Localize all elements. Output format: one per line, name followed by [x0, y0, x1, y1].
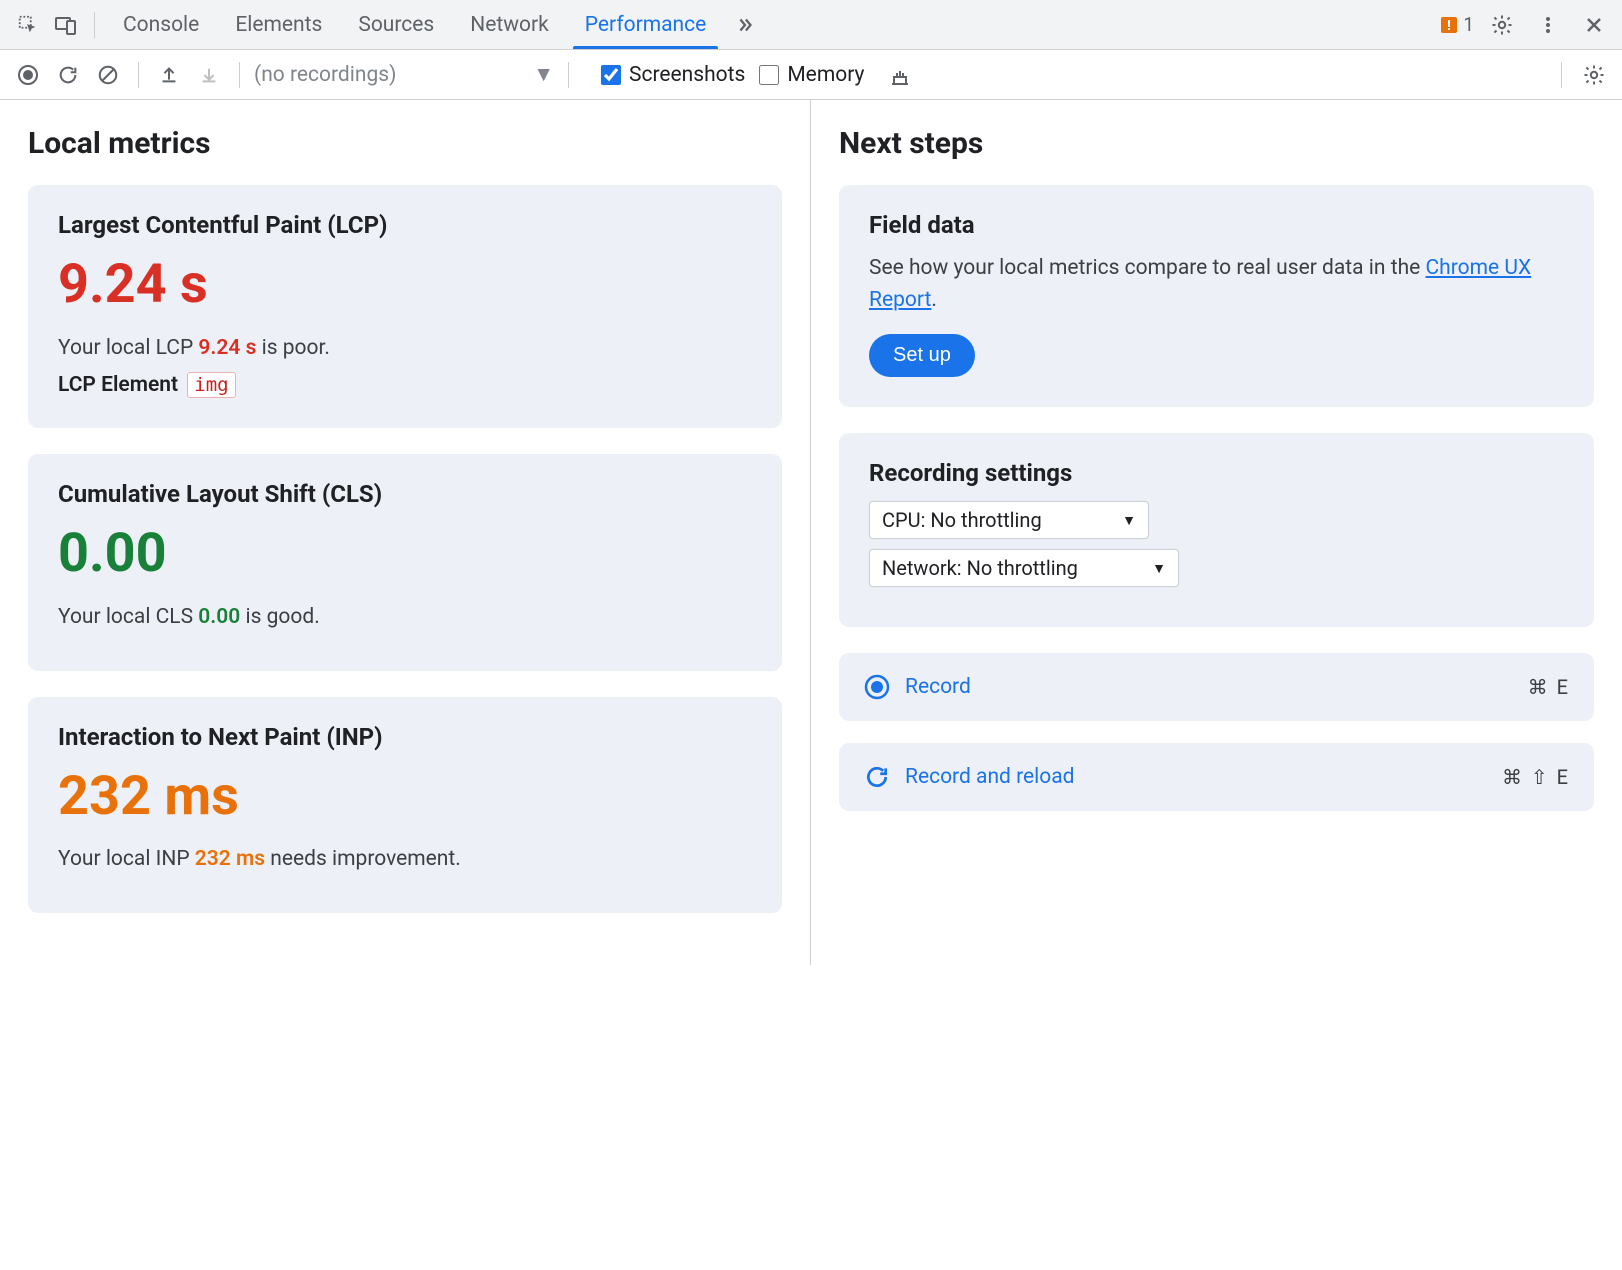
panel-tabs: Console Elements Sources Network Perform…: [105, 0, 766, 49]
lcp-title: Largest Contentful Paint (LCP): [58, 211, 752, 239]
divider: [568, 62, 569, 88]
next-steps-column: Next steps Field data See how your local…: [811, 100, 1622, 965]
record-action[interactable]: Record ⌘ E: [839, 653, 1594, 721]
lcp-element-tag[interactable]: img: [187, 372, 235, 398]
record-label: Record: [905, 675, 971, 699]
lcp-card: Largest Contentful Paint (LCP) 9.24 s Yo…: [28, 185, 782, 428]
inp-card: Interaction to Next Paint (INP) 232 ms Y…: [28, 697, 782, 914]
tab-network[interactable]: Network: [452, 0, 567, 49]
lcp-element-label: LCP Element: [58, 373, 178, 397]
screenshots-label: Screenshots: [629, 63, 745, 87]
settings-gear-icon[interactable]: [1484, 7, 1520, 43]
recording-settings-card: Recording settings CPU: No throttling ▼ …: [839, 433, 1594, 627]
cls-title: Cumulative Layout Shift (CLS): [58, 480, 752, 508]
divider: [1561, 62, 1562, 88]
recordings-label: (no recordings): [254, 63, 396, 87]
reload-icon[interactable]: [52, 59, 84, 91]
clear-icon[interactable]: [92, 59, 124, 91]
next-steps-heading: Next steps: [839, 126, 1594, 161]
lcp-value: 9.24 s: [58, 253, 752, 318]
screenshots-checkbox[interactable]: Screenshots: [601, 63, 745, 87]
memory-label: Memory: [787, 63, 864, 87]
local-metrics-column: Local metrics Largest Contentful Paint (…: [0, 100, 811, 965]
field-data-card: Field data See how your local metrics co…: [839, 185, 1594, 407]
more-tabs-chevron-icon[interactable]: [724, 0, 766, 49]
tab-performance[interactable]: Performance: [567, 0, 724, 49]
memory-checkbox[interactable]: Memory: [759, 63, 864, 87]
divider: [239, 62, 240, 88]
collect-garbage-icon[interactable]: [884, 59, 916, 91]
memory-checkbox-input[interactable]: [759, 65, 779, 85]
tab-sources[interactable]: Sources: [340, 0, 452, 49]
record-icon: [863, 673, 891, 701]
local-metrics-heading: Local metrics: [28, 126, 782, 161]
devtools-tabbar: Console Elements Sources Network Perform…: [0, 0, 1622, 50]
inspect-element-icon[interactable]: [10, 7, 46, 43]
record-reload-action[interactable]: Record and reload ⌘ ⇧ E: [839, 743, 1594, 811]
inp-title: Interaction to Next Paint (INP): [58, 723, 752, 751]
issues-badge[interactable]: 1: [1439, 13, 1474, 36]
download-icon[interactable]: [193, 59, 225, 91]
recording-settings-title: Recording settings: [869, 459, 1564, 487]
tab-console[interactable]: Console: [105, 0, 217, 49]
performance-panel-body: Local metrics Largest Contentful Paint (…: [0, 100, 1622, 965]
cpu-throttling-value: CPU: No throttling: [882, 508, 1042, 532]
field-data-description: See how your local metrics compare to re…: [869, 253, 1564, 316]
divider: [138, 62, 139, 88]
more-menu-icon[interactable]: [1530, 7, 1566, 43]
issues-count: 1: [1463, 13, 1474, 36]
chevron-down-icon: ▼: [533, 63, 554, 87]
reload-icon: [863, 763, 891, 791]
chevron-down-icon: ▼: [1122, 512, 1136, 529]
screenshots-checkbox-input[interactable]: [601, 65, 621, 85]
upload-icon[interactable]: [153, 59, 185, 91]
cls-value: 0.00: [58, 522, 752, 587]
lcp-description: Your local LCP 9.24 s is poor.: [58, 336, 752, 360]
cls-description: Your local CLS 0.00 is good.: [58, 605, 752, 629]
record-shortcut: ⌘ E: [1528, 675, 1570, 699]
lcp-element-row: LCP Element img: [58, 372, 752, 398]
record-button-icon[interactable]: [12, 59, 44, 91]
inp-description: Your local INP 232 ms needs improvement.: [58, 847, 752, 871]
performance-toolbar: (no recordings) ▼ Screenshots Memory: [0, 50, 1622, 100]
network-throttling-value: Network: No throttling: [882, 556, 1078, 580]
divider: [94, 12, 95, 38]
record-reload-label: Record and reload: [905, 765, 1075, 789]
set-up-button[interactable]: Set up: [869, 334, 975, 377]
tab-elements[interactable]: Elements: [217, 0, 340, 49]
network-throttling-dropdown[interactable]: Network: No throttling ▼: [869, 549, 1179, 587]
record-reload-shortcut: ⌘ ⇧ E: [1502, 765, 1570, 789]
cls-card: Cumulative Layout Shift (CLS) 0.00 Your …: [28, 454, 782, 671]
capture-settings-gear-icon[interactable]: [1578, 59, 1610, 91]
recordings-dropdown[interactable]: (no recordings) ▼: [254, 63, 554, 87]
device-toolbar-icon[interactable]: [48, 7, 84, 43]
chevron-down-icon: ▼: [1152, 560, 1166, 577]
close-devtools-icon[interactable]: [1576, 7, 1612, 43]
inp-value: 232 ms: [58, 765, 752, 830]
field-data-title: Field data: [869, 211, 1564, 239]
cpu-throttling-dropdown[interactable]: CPU: No throttling ▼: [869, 501, 1149, 539]
